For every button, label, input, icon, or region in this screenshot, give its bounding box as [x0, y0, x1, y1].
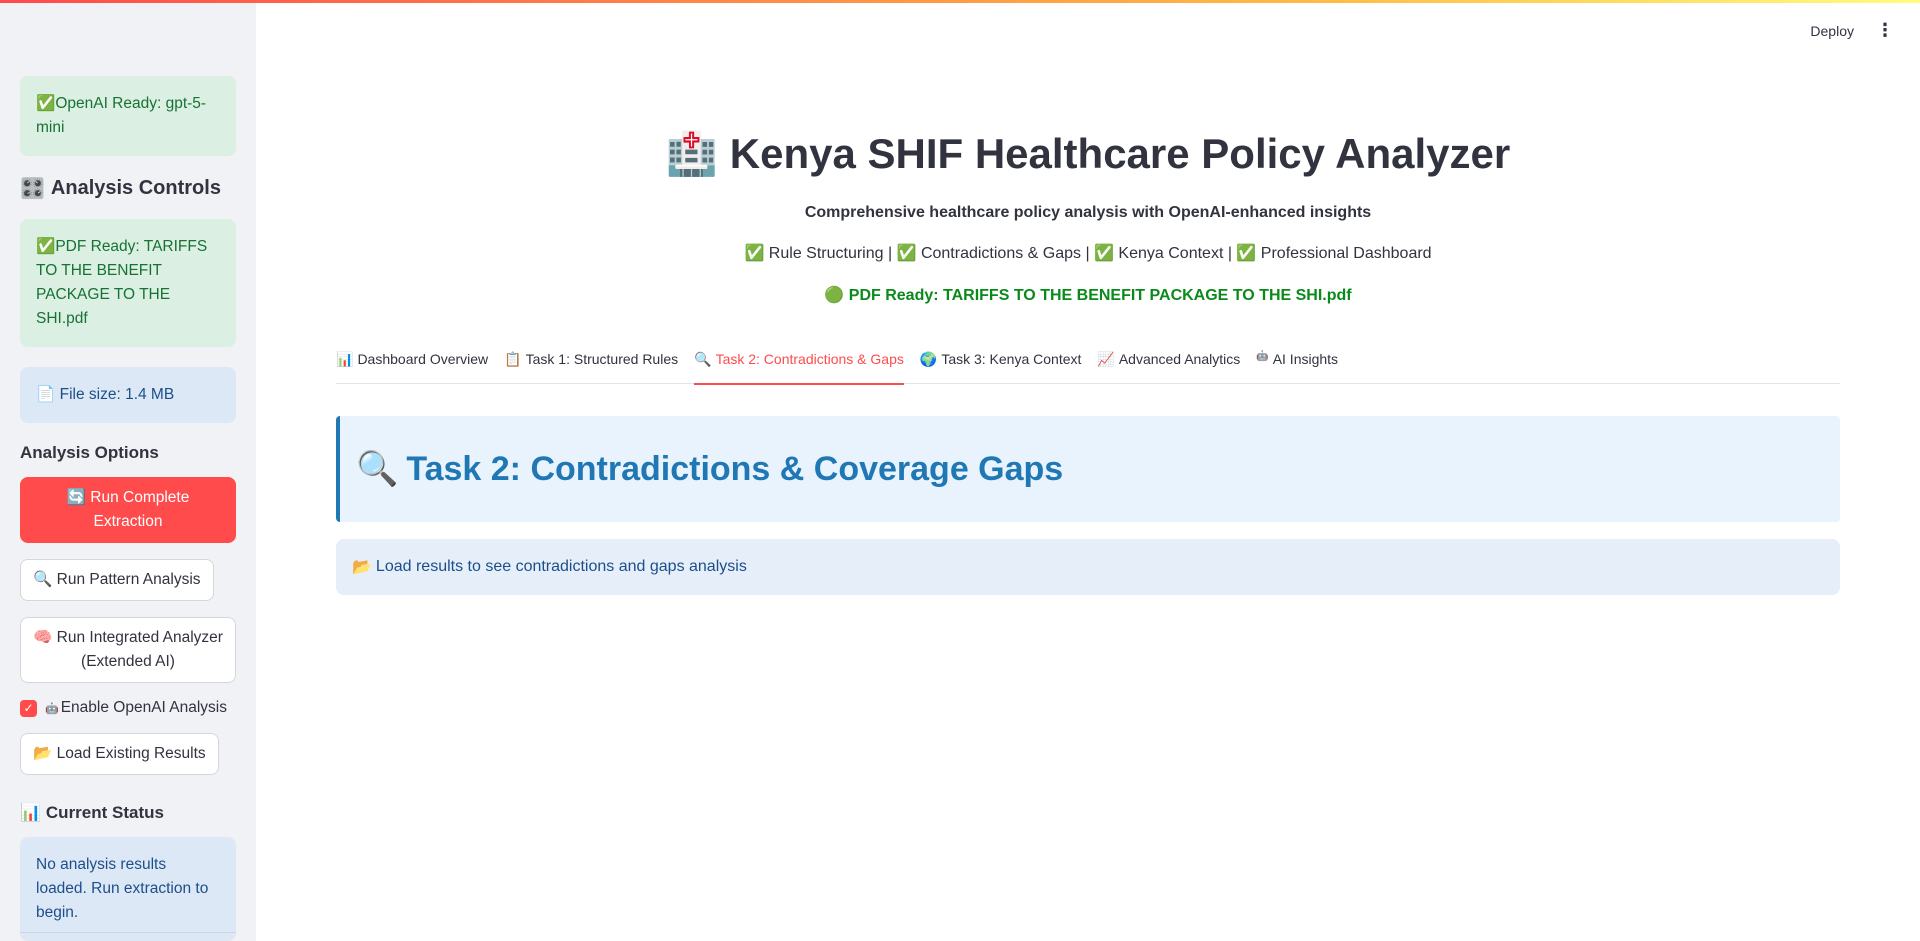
magnifier-icon: 🔍 — [694, 351, 712, 367]
clipboard-icon: 📋 — [504, 351, 522, 367]
hospital-icon: 🏥 — [665, 130, 719, 177]
run-integrated-analyzer-button[interactable]: 🧠 Run Integrated Analyzer (Extended AI) — [20, 617, 236, 683]
run-pattern-analysis-button[interactable]: 🔍 Run Pattern Analysis — [20, 559, 214, 601]
tab-label: Task 3: Kenya Context — [941, 351, 1082, 367]
pdf-status-alert: ✅PDF Ready: TARIFFS TO THE BENEFIT PACKA… — [20, 219, 236, 347]
feature-list: ✅ Rule Structuring | ✅ Contradictions & … — [744, 245, 1432, 262]
tab-label: Advanced Analytics — [1118, 351, 1241, 367]
run-integrated-analyzer-label: Run Integrated Analyzer (Extended AI) — [56, 629, 223, 670]
globe-icon: 🌍 — [919, 351, 938, 367]
check-icon: ✅ — [36, 95, 56, 112]
run-pattern-analysis-label: Run Pattern Analysis — [56, 571, 201, 588]
magnifier-icon: 🔍 — [356, 450, 399, 488]
main-content: 🏥 Kenya SHIF Healthcare Policy Analyzer … — [336, 0, 1840, 941]
tab-task2-contradictions-gaps[interactable]: 🔍 Task 2: Contradictions & Gaps — [694, 348, 904, 385]
open-folder-icon: 📂 — [352, 559, 372, 576]
pdf-ready-banner: 🟢 PDF Ready: TARIFFS TO THE BENEFIT PACK… — [336, 285, 1840, 305]
bar-chart-icon: 📊 — [336, 351, 354, 367]
control-knobs-icon: 🎛️ — [20, 178, 45, 200]
main-menu-icon[interactable]: ⋮ — [1876, 20, 1894, 41]
current-status-heading: 📊 Current Status — [20, 803, 236, 823]
tab-label: Task 2: Contradictions & Gaps — [715, 351, 904, 367]
file-size-alert: 📄 File size: 1.4 MB — [20, 367, 236, 423]
section-title: 🔍 Task 2: Contradictions & Coverage Gaps — [356, 449, 1063, 489]
tab-dashboard-overview[interactable]: 📊 Dashboard Overview — [336, 348, 488, 384]
current-status-title: Current Status — [45, 803, 164, 822]
status-message-alert: No analysis results loaded. Run extracti… — [20, 837, 236, 941]
run-complete-extraction-label: Run Complete Extraction — [90, 489, 190, 530]
sidebar: ✅OpenAI Ready: gpt-5-mini 🎛️ Analysis Co… — [0, 0, 256, 941]
pdf-status-text: PDF Ready: TARIFFS TO THE BENEFIT PACKAG… — [36, 238, 208, 327]
refresh-icon: 🔄 — [66, 489, 86, 506]
enable-openai-label: Enable OpenAI Analysis — [60, 699, 228, 716]
openai-status-text: OpenAI Ready: gpt-5-mini — [36, 95, 207, 136]
run-complete-extraction-button[interactable]: 🔄 Run Complete Extraction — [20, 477, 236, 543]
tab-bar: 📊 Dashboard Overview 📋 Task 1: Structure… — [336, 348, 1840, 385]
enable-openai-checkbox[interactable]: ✓ 🤖 Enable OpenAI Analysis — [20, 699, 236, 717]
page-title: 🏥 Kenya SHIF Healthcare Policy Analyzer — [336, 130, 1840, 179]
document-icon: 📄 — [36, 386, 56, 403]
tab-task1-structured-rules[interactable]: 📋 Task 1: Structured Rules — [504, 348, 678, 384]
tab-ai-insights[interactable]: 🤖 AI Insights — [1256, 348, 1338, 384]
analysis-options-heading: Analysis Options — [20, 443, 159, 462]
page-subtitle: Comprehensive healthcare policy analysis… — [804, 204, 1372, 221]
openai-status-alert: ✅OpenAI Ready: gpt-5-mini — [20, 76, 236, 156]
open-folder-icon: 📂 — [33, 745, 53, 762]
analysis-controls-title: Analysis Controls — [50, 177, 221, 199]
load-existing-results-label: Load Existing Results — [56, 745, 206, 762]
tab-label: Task 1: Structured Rules — [525, 351, 679, 367]
top-decoration-bar — [0, 0, 1920, 3]
robot-icon: 🤖 — [45, 702, 59, 715]
tab-label: Dashboard Overview — [357, 351, 489, 367]
check-icon: ✅ — [36, 238, 56, 255]
load-results-info: 📂 Load results to see contradictions and… — [336, 539, 1840, 595]
task2-section-header: 🔍 Task 2: Contradictions & Coverage Gaps — [336, 416, 1840, 522]
file-size-text: File size: 1.4 MB — [59, 386, 175, 403]
section-title-text: Task 2: Contradictions & Coverage Gaps — [406, 449, 1064, 488]
page-title-text: Kenya SHIF Healthcare Policy Analyzer — [729, 130, 1511, 177]
tab-task3-kenya-context[interactable]: 🌍 Task 3: Kenya Context — [920, 348, 1082, 384]
analysis-controls-heading: 🎛️ Analysis Controls — [20, 176, 236, 201]
bar-chart-icon: 📊 — [20, 803, 42, 822]
load-existing-results-button[interactable]: 📂 Load Existing Results — [20, 733, 219, 775]
green-circle-icon: 🟢 — [824, 287, 845, 304]
sidebar-divider — [20, 932, 236, 933]
checkbox-checked-icon[interactable]: ✓ — [20, 699, 37, 717]
robot-icon: 🤖 — [1256, 351, 1269, 362]
tab-label: AI Insights — [1272, 351, 1339, 367]
load-results-info-text: Load results to see contradictions and g… — [375, 558, 747, 575]
pdf-ready-text: PDF Ready: TARIFFS TO THE BENEFIT PACKAG… — [848, 287, 1352, 304]
tab-advanced-analytics[interactable]: 📈 Advanced Analytics — [1097, 348, 1240, 384]
magnifier-icon: 🔍 — [33, 571, 53, 588]
trend-chart-icon: 📈 — [1097, 351, 1115, 367]
brain-icon: 🧠 — [33, 629, 53, 646]
